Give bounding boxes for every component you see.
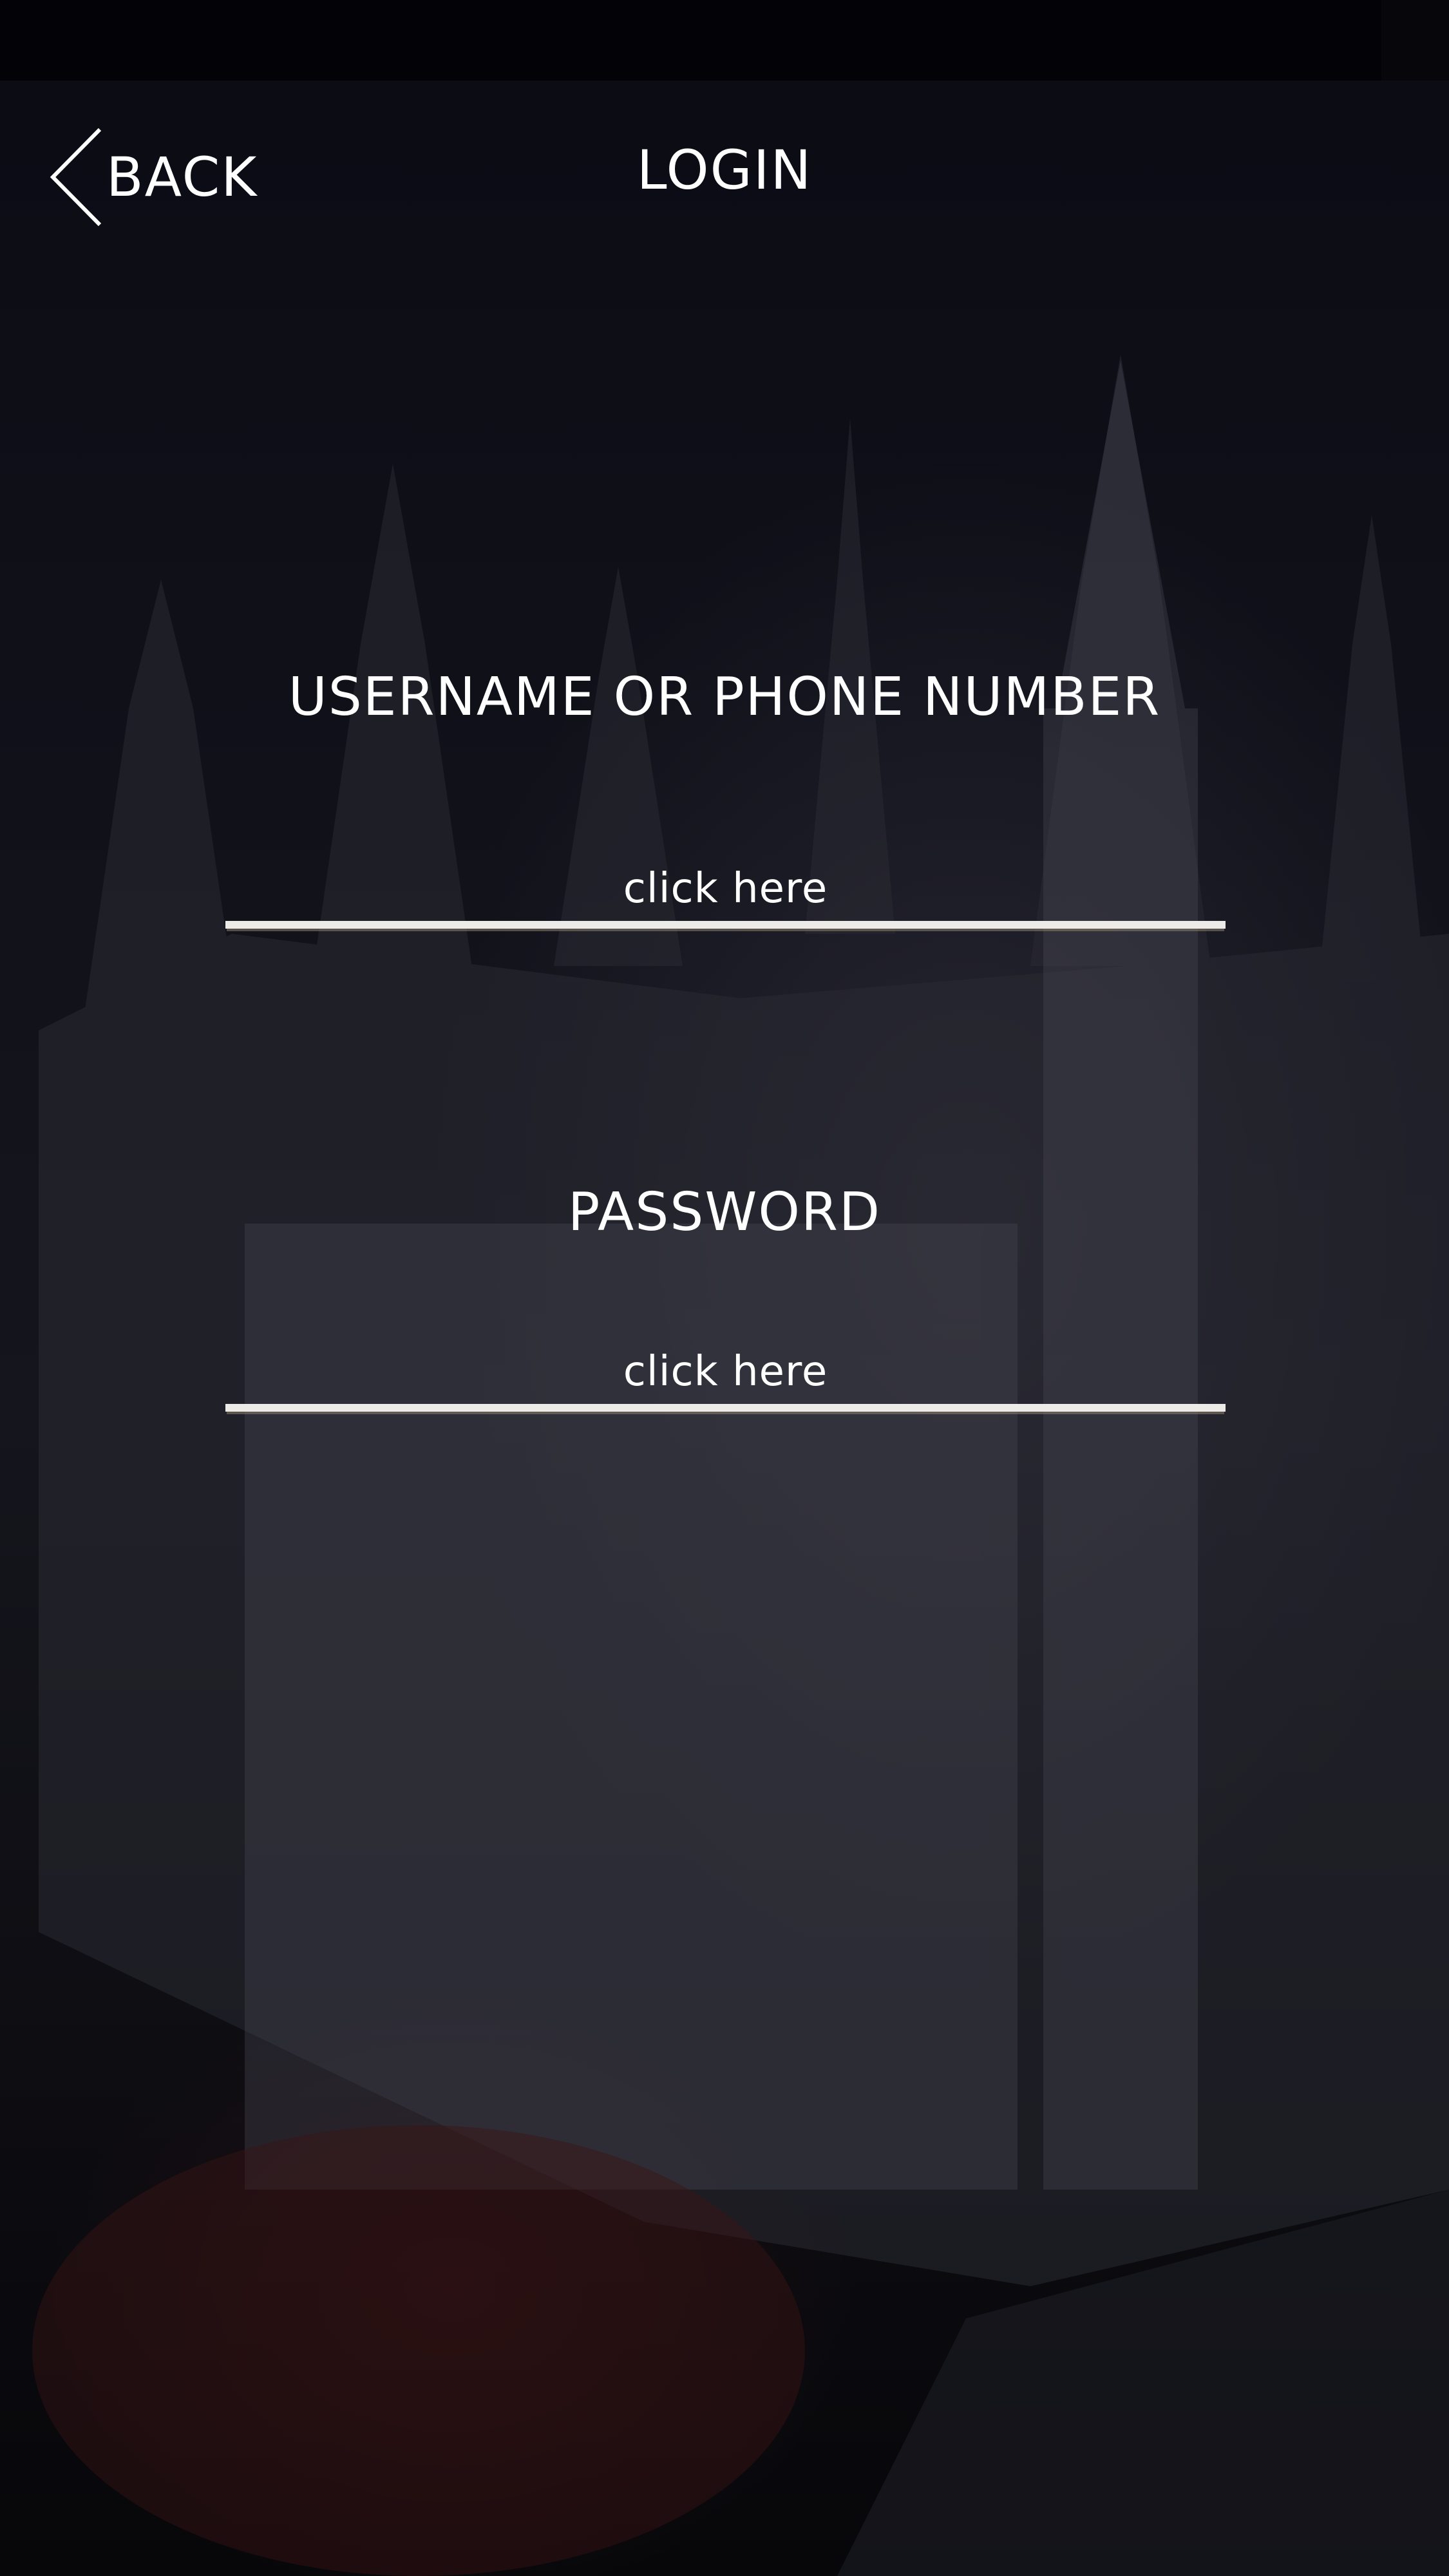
login-screen: BACK LOGIN USERNAME OR PHONE NUMBER PASS… <box>0 0 1449 2576</box>
password-input[interactable] <box>225 1340 1226 1412</box>
page-title: LOGIN <box>636 138 813 202</box>
username-input[interactable] <box>225 857 1226 929</box>
password-label: PASSWORD <box>567 1182 882 1243</box>
temple-background-image <box>32 354 1449 2576</box>
username-label: USERNAME OR PHONE NUMBER <box>288 667 1161 728</box>
status-bar-edge <box>1381 0 1449 80</box>
status-bar <box>0 0 1381 80</box>
